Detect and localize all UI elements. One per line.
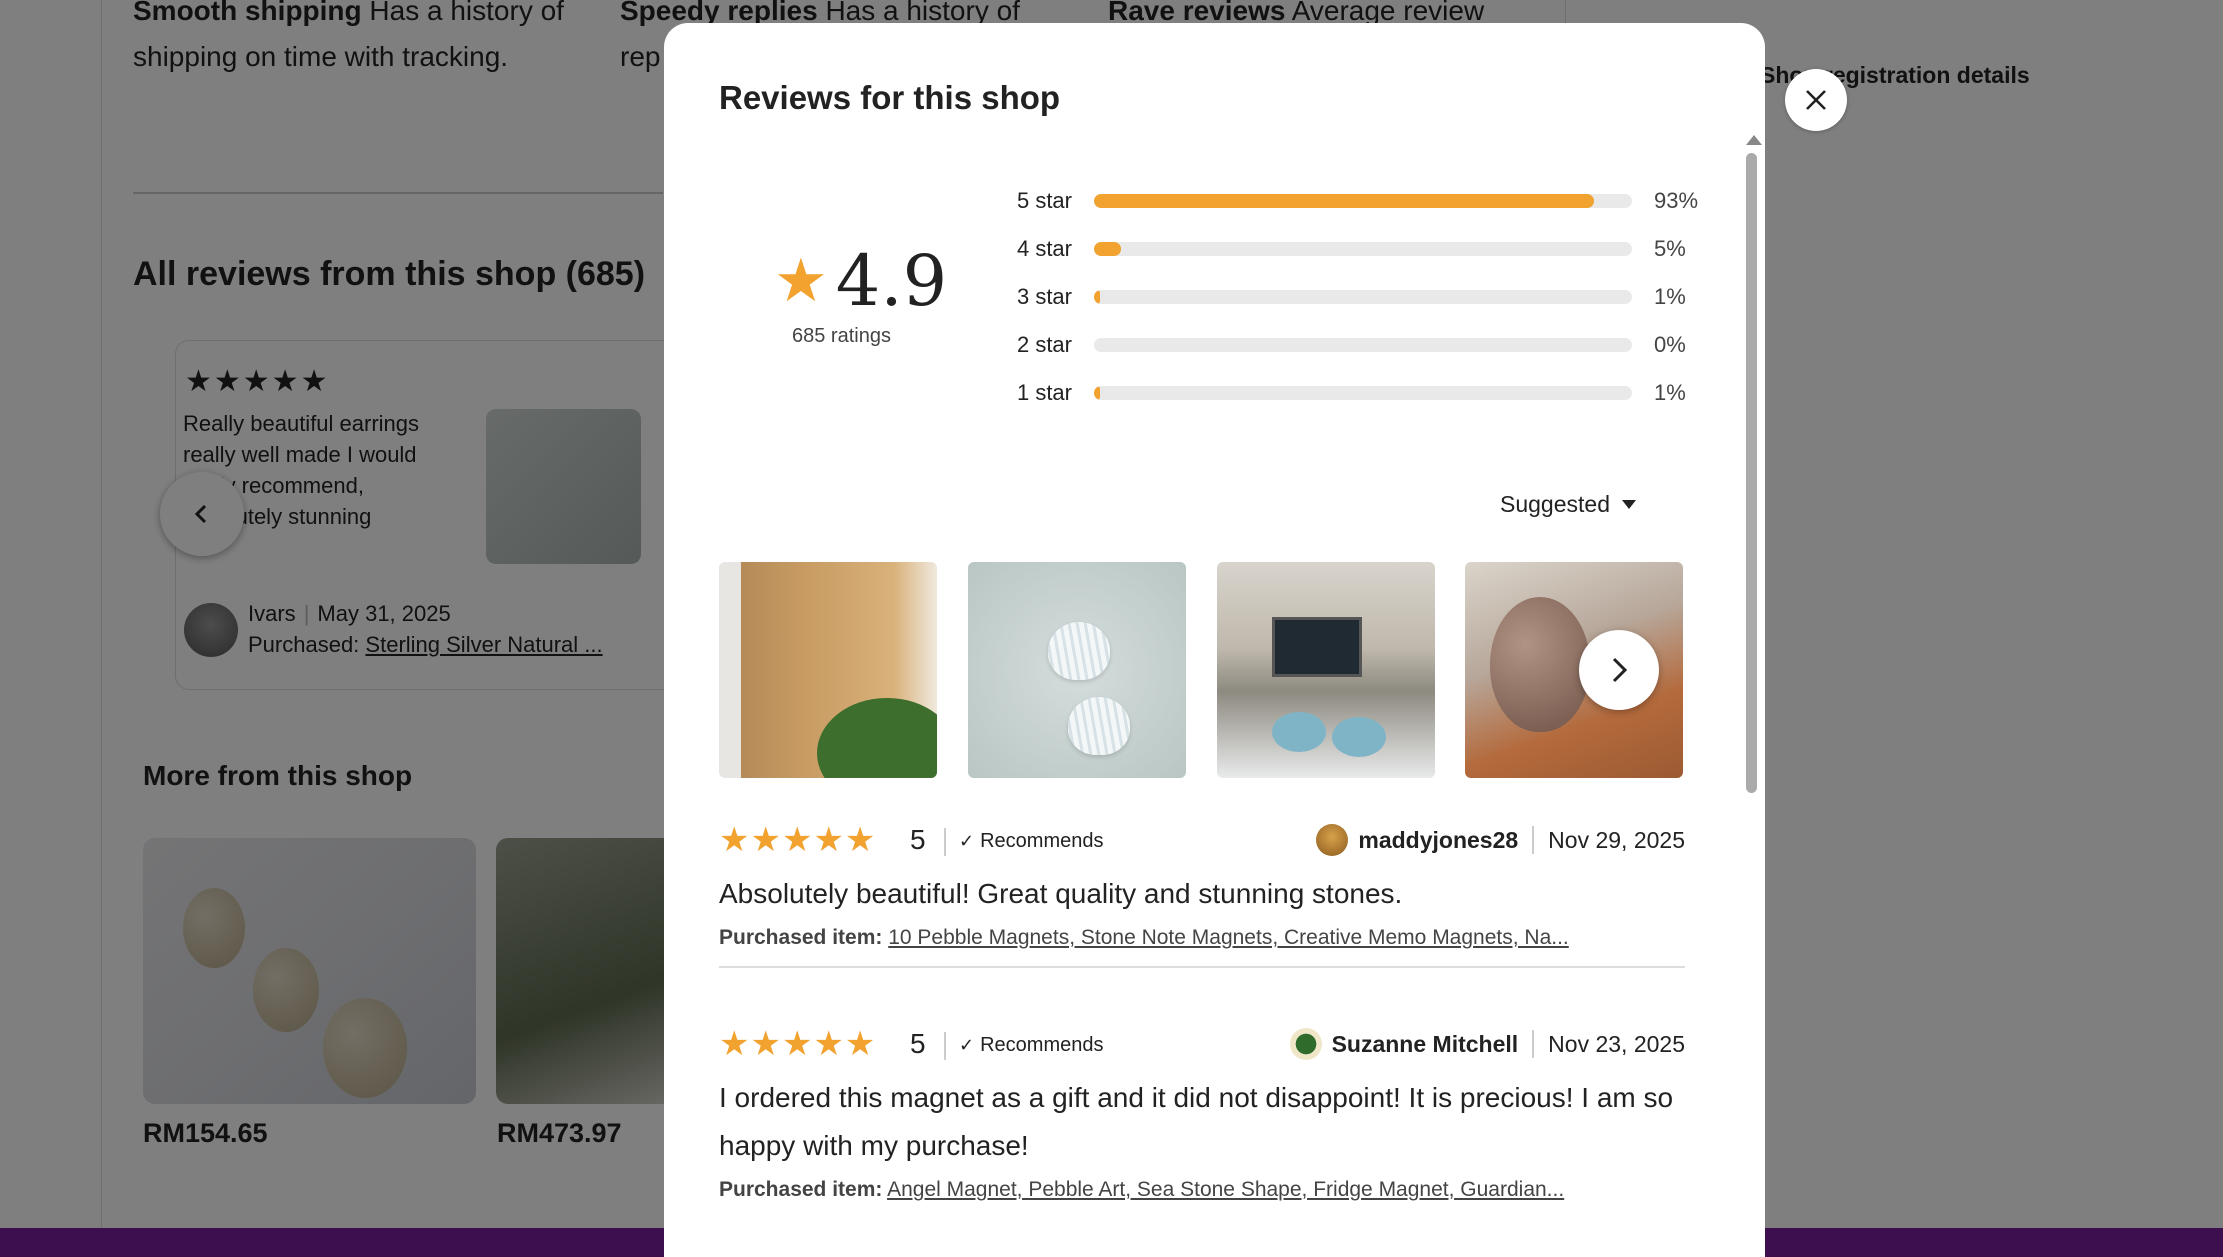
- review-item: ★★★★★ 5 ✓ Recommends Suzanne Mitchell Nov…: [719, 1024, 1685, 1202]
- review-stars: ★★★★★: [719, 821, 877, 859]
- review-author-name[interactable]: maddyjones28: [1358, 827, 1518, 854]
- review-stars: ★★★★★: [719, 1025, 877, 1063]
- review-score: 5: [910, 1028, 926, 1059]
- review-author: maddyjones28 Nov 29, 2025: [1316, 824, 1685, 856]
- distribution-fill: [1094, 386, 1100, 400]
- scroll-up-arrow-icon[interactable]: [1746, 135, 1762, 145]
- divider: [944, 1032, 946, 1060]
- chevron-right-icon: [1612, 657, 1628, 683]
- distribution-bar: [1094, 242, 1632, 256]
- distribution-row: 2 star 0%: [994, 330, 1702, 360]
- sort-dropdown[interactable]: Suggested: [1500, 491, 1636, 518]
- distribution-percent: 1%: [1654, 284, 1686, 309]
- review-divider: [719, 966, 1685, 968]
- distribution-label: 4 star: [1016, 236, 1072, 261]
- review-author-name[interactable]: Suzanne Mitchell: [1332, 1031, 1519, 1058]
- caret-down-icon: [1621, 500, 1636, 509]
- modal-scrollbar[interactable]: [1744, 135, 1762, 1251]
- distribution-percent: 93%: [1654, 188, 1699, 213]
- photos-next-button[interactable]: [1579, 630, 1659, 710]
- distribution-row: 3 star 1%: [994, 282, 1702, 312]
- avatar: [1316, 824, 1349, 856]
- recommends-badge: ✓ Recommends: [959, 1034, 1104, 1056]
- review-date: Nov 29, 2025: [1548, 826, 1685, 853]
- close-modal-button[interactable]: [1785, 69, 1847, 131]
- review-text: Absolutely beautiful! Great quality and …: [719, 878, 1403, 909]
- distribution-row: 5 star 93%: [994, 186, 1702, 216]
- rating-value: 4.9: [835, 240, 948, 322]
- sort-label: Suggested: [1500, 491, 1610, 517]
- distribution-fill: [1094, 290, 1100, 304]
- purchased-item: Purchased item: Angel Magnet, Pebble Art…: [719, 1178, 1565, 1201]
- distribution-row: 4 star 5%: [994, 234, 1702, 264]
- review-photo[interactable]: [1217, 562, 1435, 778]
- avatar: [1289, 1028, 1322, 1060]
- distribution-bar: [1094, 386, 1632, 400]
- distribution-bar: [1094, 338, 1632, 352]
- purchased-item: Purchased item: 10 Pebble Magnets, Stone…: [719, 926, 1569, 949]
- recommends-badge: ✓ Recommends: [959, 830, 1104, 852]
- modal-title: Reviews for this shop: [719, 79, 1061, 116]
- distribution-row: 1 star 1%: [994, 378, 1702, 408]
- reviews-modal: Reviews for this shop ★ 4.9 685 ratings …: [664, 23, 1765, 1257]
- distribution-bar: [1094, 290, 1632, 304]
- review-text: I ordered this magnet as a gift and it d…: [719, 1082, 1674, 1161]
- distribution-label: 2 star: [1016, 332, 1072, 357]
- distribution-fill: [1094, 242, 1121, 256]
- review-item: ★★★★★ 5 ✓ Recommends maddyjones28 Nov 29,…: [719, 820, 1685, 968]
- check-icon: ✓: [959, 831, 975, 851]
- distribution-fill: [1094, 194, 1595, 208]
- distribution-label: 1 star: [1016, 380, 1072, 405]
- check-icon: ✓: [959, 1035, 975, 1055]
- divider: [944, 828, 946, 856]
- distribution-percent: 1%: [1654, 380, 1686, 405]
- distribution-label: 3 star: [1016, 284, 1072, 309]
- review-photo[interactable]: [719, 562, 937, 778]
- review-photo[interactable]: [968, 562, 1186, 778]
- review-score: 5: [910, 824, 926, 855]
- overall-rating: ★ 4.9: [774, 245, 947, 317]
- review-author: Suzanne Mitchell Nov 23, 2025: [1289, 1028, 1685, 1060]
- distribution-bar: [1094, 194, 1632, 208]
- scrollbar-thumb[interactable]: [1746, 153, 1757, 793]
- distribution-percent: 0%: [1654, 332, 1686, 357]
- review-date: Nov 23, 2025: [1548, 1030, 1685, 1057]
- purchased-item-link[interactable]: Angel Magnet, Pebble Art, Sea Stone Shap…: [887, 1178, 1564, 1201]
- distribution-percent: 5%: [1654, 236, 1686, 261]
- ratings-count: 685 ratings: [792, 325, 891, 347]
- star-icon: ★: [774, 247, 828, 314]
- purchased-item-link[interactable]: 10 Pebble Magnets, Stone Note Magnets, C…: [888, 926, 1569, 949]
- distribution-label: 5 star: [1016, 188, 1072, 213]
- close-icon: [1806, 90, 1826, 110]
